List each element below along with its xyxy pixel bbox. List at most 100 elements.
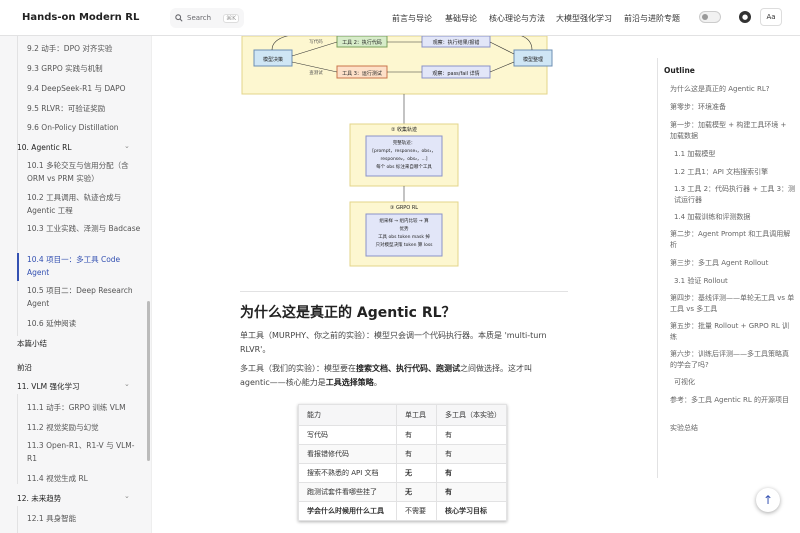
search-label: Search <box>187 14 212 22</box>
outline-item[interactable]: 为什么这是真正的 Agentic RL? <box>670 84 795 95</box>
diagram-text: response₂，obs₂，...] <box>380 156 427 162</box>
table-cell: 有 <box>396 444 437 464</box>
search-shortcut: ⌘K <box>223 13 239 23</box>
sidebar-item[interactable]: 11.4 视觉生成 RL <box>27 473 88 484</box>
table-cell: 无 <box>396 482 437 502</box>
grpo-title: ③ GRPO RL <box>390 205 418 211</box>
table-header-row: 能力 单工具 多工具（本实验） <box>298 404 507 426</box>
sidebar-item[interactable]: 9.5 RLVR：可验证奖励 <box>27 103 105 114</box>
outline-item[interactable]: 可视化 <box>674 377 799 388</box>
outline-item[interactable]: 1.3 工具 2：代码执行器 + 工具 3：测试运行器 <box>674 184 799 206</box>
sidebar-item[interactable]: 10.3 工业实践、泽测与 Badcase <box>27 222 142 235</box>
column-header: 能力 <box>298 404 397 426</box>
sidebar-item[interactable]: 10.1 多轮交互与信用分配（含 ORM vs PRM 实验） <box>27 159 142 185</box>
table-cell: 跑测试套件看哪些挂了 <box>298 482 397 502</box>
sidebar-item[interactable]: 11.2 视觉奖励与幻觉 <box>27 422 99 433</box>
agent-flow-diagram: 模型决策 工具 2：执行代码 工具 3：运行测试 观察：执行结果/报错 观察：p… <box>241 36 553 267</box>
outline-panel: Outline 为什么这是真正的 Agentic RL? 第零步：环境准备 第一… <box>657 36 800 533</box>
sidebar-tree-line <box>17 506 18 533</box>
dark-mode-toggle[interactable] <box>699 11 721 23</box>
sidebar-section-vlm[interactable]: 11. VLM 强化学习 <box>17 381 79 392</box>
chevron-down-icon[interactable]: ⌄ <box>124 492 130 500</box>
text: agentic——核心能力是 <box>240 378 326 387</box>
active-indicator <box>17 253 19 281</box>
github-icon[interactable]: ● <box>739 11 751 23</box>
outline-item[interactable]: 1.2 工具1：API 文档搜索引擎 <box>674 167 799 178</box>
edge-label: 查测试 <box>309 69 323 76</box>
sidebar-section-future[interactable]: 12. 未来趋势 <box>17 493 61 504</box>
sidebar-item[interactable]: 12.1 具身智能 <box>27 513 76 524</box>
sidebar-scrollbar[interactable] <box>147 301 150 461</box>
sidebar-item[interactable]: 9.3 GRPO 实践与机制 <box>27 63 103 74</box>
outline-item[interactable]: 第一步：加载模型 + 构建工具环境 + 加载数据 <box>670 120 795 142</box>
table-cell: 有 <box>436 463 507 483</box>
sidebar: 9.2 动手：DPO 对齐实验 9.3 GRPO 实践与机制 9.4 DeepS… <box>0 36 152 533</box>
paragraph: 多工具（我们的实验）：模型要在搜索文档、执行代码、跑测试之间做选择。这才叫 ag… <box>240 362 570 390</box>
section-heading: 为什么这是真正的 Agentic RL？ <box>240 305 456 321</box>
collect-title: ② 收集轨迹 <box>391 126 417 133</box>
outline-item[interactable]: 第四步：基线评测——单轮无工具 vs 单工具 vs 多工具 <box>670 293 795 315</box>
sidebar-item-summary[interactable]: 本篇小结 <box>17 338 47 349</box>
table-row: 学会什么时候用什么工具 不需要 核心学习目标 <box>298 501 507 521</box>
nav-link-frontier[interactable]: 前沿与进阶专题 <box>624 13 680 24</box>
sidebar-item[interactable]: 10.6 延伸阅读 <box>27 318 76 329</box>
tool3-label: 工具 3：运行测试 <box>342 70 382 77</box>
sidebar-item[interactable]: 9.6 On-Policy Distillation <box>27 123 119 132</box>
outline-item[interactable]: 第二步：Agent Prompt 和工具调用解析 <box>670 229 795 251</box>
chevron-down-icon[interactable]: ⌄ <box>124 142 130 150</box>
outline-title: Outline <box>664 66 695 75</box>
outline-item[interactable]: 第零步：环境准备 <box>670 102 795 113</box>
left-box-label: 模型决策 <box>263 56 283 63</box>
sidebar-item[interactable]: 11.1 动手：GRPO 训练 VLM <box>27 402 126 413</box>
sidebar-section-agentic-rl[interactable]: 10. Agentic RL <box>17 143 72 152</box>
outline-item[interactable]: 1.4 加载训练和评测数据 <box>674 212 799 223</box>
diagram-text: 完整轨迹： <box>393 139 416 146</box>
nav-link-core[interactable]: 核心理论与方法 <box>489 13 545 24</box>
column-header: 多工具（本实验） <box>436 404 507 426</box>
table-row: 看报错修代码有有 <box>298 444 507 464</box>
nav-link-basics[interactable]: 基础导论 <box>445 13 477 24</box>
table-cell: 学会什么时候用什么工具 <box>298 501 397 521</box>
site-title[interactable]: Hands-on Modern RL <box>22 12 139 23</box>
sidebar-item-active[interactable]: 10.4 项目一：多工具 Code Agent <box>27 253 142 279</box>
back-to-top-button[interactable]: ↑ <box>756 488 780 512</box>
text: 多工具（我们的实验）：模型要在 <box>240 364 356 373</box>
font-size-button[interactable]: Aa <box>760 8 782 26</box>
table-cell: 写代码 <box>298 425 397 445</box>
outline-item[interactable]: 第六步：训练后评测——多工具策略真的学会了吗? <box>670 349 795 371</box>
table-cell: 有 <box>436 482 507 502</box>
sidebar-item[interactable]: 9.4 DeepSeek-R1 与 DAPO <box>27 83 126 94</box>
obs2-label: 观察：pass/fail 详情 <box>432 70 479 77</box>
right-box-label: 模型整理 <box>523 56 543 63</box>
outline-item[interactable]: 第三步：多工具 Agent Rollout <box>670 258 795 269</box>
sidebar-tree-line <box>17 36 18 156</box>
sidebar-group-title: 前沿 <box>17 363 32 372</box>
text: 。 <box>373 378 382 387</box>
table-cell: 看报错修代码 <box>298 444 397 464</box>
nav-link-llm-rl[interactable]: 大模型强化学习 <box>556 13 612 24</box>
column-header: 单工具 <box>396 404 437 426</box>
outline-item[interactable]: 第五步：批量 Rollout + GRPO RL 训练 <box>670 321 795 343</box>
sidebar-item[interactable]: 10.5 项目二：Deep Research Agent <box>27 284 142 310</box>
outline-item[interactable]: 参考：多工具 Agentic RL 的开源项目 <box>670 395 795 406</box>
outline-item[interactable]: 1.1 加载模型 <box>674 149 799 160</box>
sidebar-item[interactable]: 11.3 Open-R1、R1-V 与 VLM-R1 <box>27 439 142 465</box>
nav-link-intro[interactable]: 前言与导论 <box>392 13 432 24</box>
chevron-down-icon[interactable]: ⌄ <box>124 380 130 388</box>
main-content: 模型决策 工具 2：执行代码 工具 3：运行测试 观察：执行结果/报错 观察：p… <box>232 36 577 533</box>
sidebar-item[interactable]: 9.2 动手：DPO 对齐实验 <box>27 43 112 54</box>
outline-item[interactable]: 实验总结 <box>670 423 795 434</box>
table-row: 跑测试套件看哪些挂了无有 <box>298 482 507 502</box>
sidebar-tree-line <box>17 156 18 336</box>
edge-label: 写代码 <box>309 38 323 45</box>
sidebar-item[interactable]: 10.2 工具调用、轨迹合成与 Agentic 工程 <box>27 191 142 217</box>
table-cell: 有 <box>436 444 507 464</box>
comparison-table: 能力 单工具 多工具（本实验） 写代码有有 看报错修代码有有 搜索不熟悉的 AP… <box>298 404 507 521</box>
table-cell: 无 <box>396 463 437 483</box>
diagram-text: 工具 obs token mask 掉 <box>378 233 430 240</box>
search-button[interactable]: Search ⌘K <box>170 8 244 28</box>
outline-item[interactable]: 3.1 验证 Rollout <box>674 276 799 287</box>
heading-divider <box>240 291 568 292</box>
text: 之间做选择。这才叫 <box>460 364 532 373</box>
paragraph: 单工具（MURPHY、你之前的实验）：模型只会调一个代码执行器。本质是 'mul… <box>240 329 570 357</box>
